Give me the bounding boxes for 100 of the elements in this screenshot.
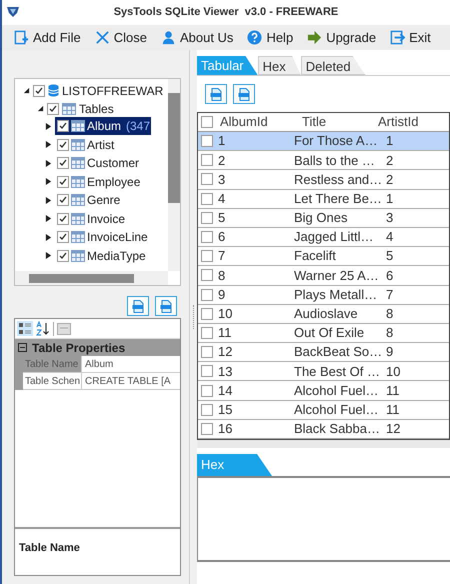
- property-value[interactable]: CREATE TABLE [A: [81, 373, 180, 390]
- toolbar-button[interactable]: Help: [247, 28, 294, 48]
- tree-item[interactable]: Invoice: [55, 210, 126, 228]
- table-row[interactable]: 9 Plays Metall… 7: [198, 286, 449, 305]
- checkbox[interactable]: [201, 231, 213, 244]
- tree-item[interactable]: LISTOFFREEWAR: [62, 82, 164, 100]
- checkbox[interactable]: [47, 102, 59, 114]
- expander-icon[interactable]: [45, 122, 52, 130]
- checkbox[interactable]: [57, 231, 69, 244]
- column-header[interactable]: AlbumId: [214, 112, 294, 132]
- tree-item[interactable]: Tables: [79, 100, 114, 118]
- checkbox[interactable]: [57, 157, 69, 170]
- table-cell-text: Big Ones: [294, 209, 348, 228]
- table-row[interactable]: 3 Restless and… 2: [198, 170, 449, 190]
- export-button[interactable]: [205, 84, 227, 104]
- table-row[interactable]: 8 Warner 25 A… 6: [198, 266, 449, 286]
- property-pages-icon[interactable]: [57, 322, 71, 334]
- checkbox[interactable]: [201, 154, 213, 166]
- checkbox[interactable]: [201, 384, 213, 397]
- checkbox[interactable]: [201, 422, 213, 435]
- checkbox[interactable]: [33, 84, 45, 96]
- table-row[interactable]: 2 Balls to the … 2: [198, 151, 449, 170]
- checkbox[interactable]: [201, 404, 213, 416]
- toolbar-button[interactable]: About Us: [160, 28, 234, 48]
- tree-item[interactable]: Artist: [55, 136, 116, 154]
- table-cell-text: 2: [386, 152, 394, 170]
- checkbox[interactable]: [201, 212, 213, 224]
- checkbox[interactable]: [57, 194, 69, 206]
- category-label: Table Properties: [32, 340, 126, 356]
- tree-item[interactable]: Employee: [55, 172, 142, 191]
- table-icon: [71, 231, 85, 244]
- checkbox[interactable]: [201, 192, 213, 205]
- table-cell-text: 12: [217, 343, 234, 362]
- table-cell-text: 12: [386, 420, 400, 438]
- sort-az-icon[interactable]: [36, 321, 50, 336]
- table-row[interactable]: 16 Black Sabba… 12: [198, 420, 449, 439]
- checkbox[interactable]: [57, 250, 69, 262]
- expander-icon[interactable]: [45, 178, 52, 186]
- toolbar-button[interactable]: Close: [94, 28, 147, 48]
- checkbox[interactable]: [57, 212, 69, 225]
- column-header[interactable]: ArtistId: [374, 112, 418, 132]
- vertical-scrollbar[interactable]: [168, 79, 180, 271]
- table-icon: [71, 120, 85, 132]
- arrow-right-icon: [307, 30, 322, 45]
- expander-icon[interactable]: [45, 252, 52, 260]
- table-row[interactable]: 1 For Those A… 1: [198, 132, 449, 152]
- expander-icon[interactable]: [45, 141, 52, 148]
- tree-item[interactable]: InvoiceLine: [55, 228, 149, 246]
- expander-icon[interactable]: [37, 105, 44, 112]
- tab[interactable]: Deleted: [300, 56, 366, 75]
- category-row[interactable]: Table Properties: [15, 339, 180, 356]
- table-row[interactable]: 15 Alcohol Fuel… 11: [198, 400, 449, 420]
- table-cell-text: 8: [217, 266, 226, 285]
- export-button[interactable]: [233, 84, 255, 104]
- checkbox[interactable]: [201, 135, 213, 148]
- exit-icon: [390, 30, 406, 45]
- checkbox[interactable]: [201, 308, 213, 320]
- toolbar-button[interactable]: Upgrade: [307, 28, 376, 48]
- table-row[interactable]: 5 Big Ones 3: [198, 208, 449, 228]
- table-row[interactable]: 14 Alcohol Fuel… 11: [198, 381, 449, 401]
- export-button[interactable]: [155, 296, 177, 316]
- checkbox[interactable]: [201, 269, 213, 282]
- table-row[interactable]: 11 Out Of Exile 8: [198, 324, 449, 344]
- checkbox[interactable]: [201, 365, 213, 378]
- table-row[interactable]: 7 Facelift 5: [198, 247, 449, 266]
- property-value[interactable]: Album: [81, 356, 180, 373]
- toolbar-button[interactable]: Add File: [14, 28, 81, 48]
- categorized-icon[interactable]: [17, 321, 33, 336]
- checkbox[interactable]: [201, 346, 213, 358]
- table-row[interactable]: 10 Audioslave 8: [198, 304, 449, 324]
- column-header[interactable]: Title: [294, 112, 374, 132]
- select-all-checkbox[interactable]: [201, 116, 213, 128]
- expander-icon[interactable]: [23, 87, 30, 94]
- tree-item[interactable]: Genre: [55, 191, 122, 210]
- table-icon: [71, 250, 85, 262]
- tab[interactable]: Hex: [258, 56, 301, 75]
- checkbox[interactable]: [57, 176, 69, 188]
- export-button[interactable]: [127, 296, 149, 316]
- expander-icon[interactable]: [45, 196, 52, 204]
- checkbox[interactable]: [201, 250, 213, 262]
- checkbox[interactable]: [57, 138, 69, 151]
- tree-item[interactable]: Album (347: [55, 117, 152, 136]
- expander-icon[interactable]: [45, 215, 52, 222]
- property-name[interactable]: Table Schen: [23, 373, 81, 390]
- horizontal-scrollbar[interactable]: [15, 271, 168, 285]
- table-row[interactable]: 12 BackBeat So… 9: [198, 343, 449, 362]
- checkbox[interactable]: [201, 173, 213, 186]
- collapse-icon[interactable]: [18, 343, 27, 352]
- table-row[interactable]: 13 The Best Of … 10: [198, 362, 449, 382]
- checkbox[interactable]: [201, 288, 213, 301]
- table-row[interactable]: 6 Jagged Littl… 4: [198, 228, 449, 248]
- horizontal-scrollbar[interactable]: [197, 440, 450, 448]
- tree-item[interactable]: Customer: [55, 154, 140, 172]
- tree-item[interactable]: MediaType: [55, 246, 147, 265]
- expander-icon[interactable]: [45, 234, 52, 241]
- table-row[interactable]: 4 Let There Be… 1: [198, 190, 449, 209]
- checkbox[interactable]: [201, 326, 213, 339]
- expander-icon[interactable]: [45, 160, 52, 167]
- checkbox[interactable]: [57, 120, 69, 132]
- toolbar-button[interactable]: Exit: [390, 28, 431, 48]
